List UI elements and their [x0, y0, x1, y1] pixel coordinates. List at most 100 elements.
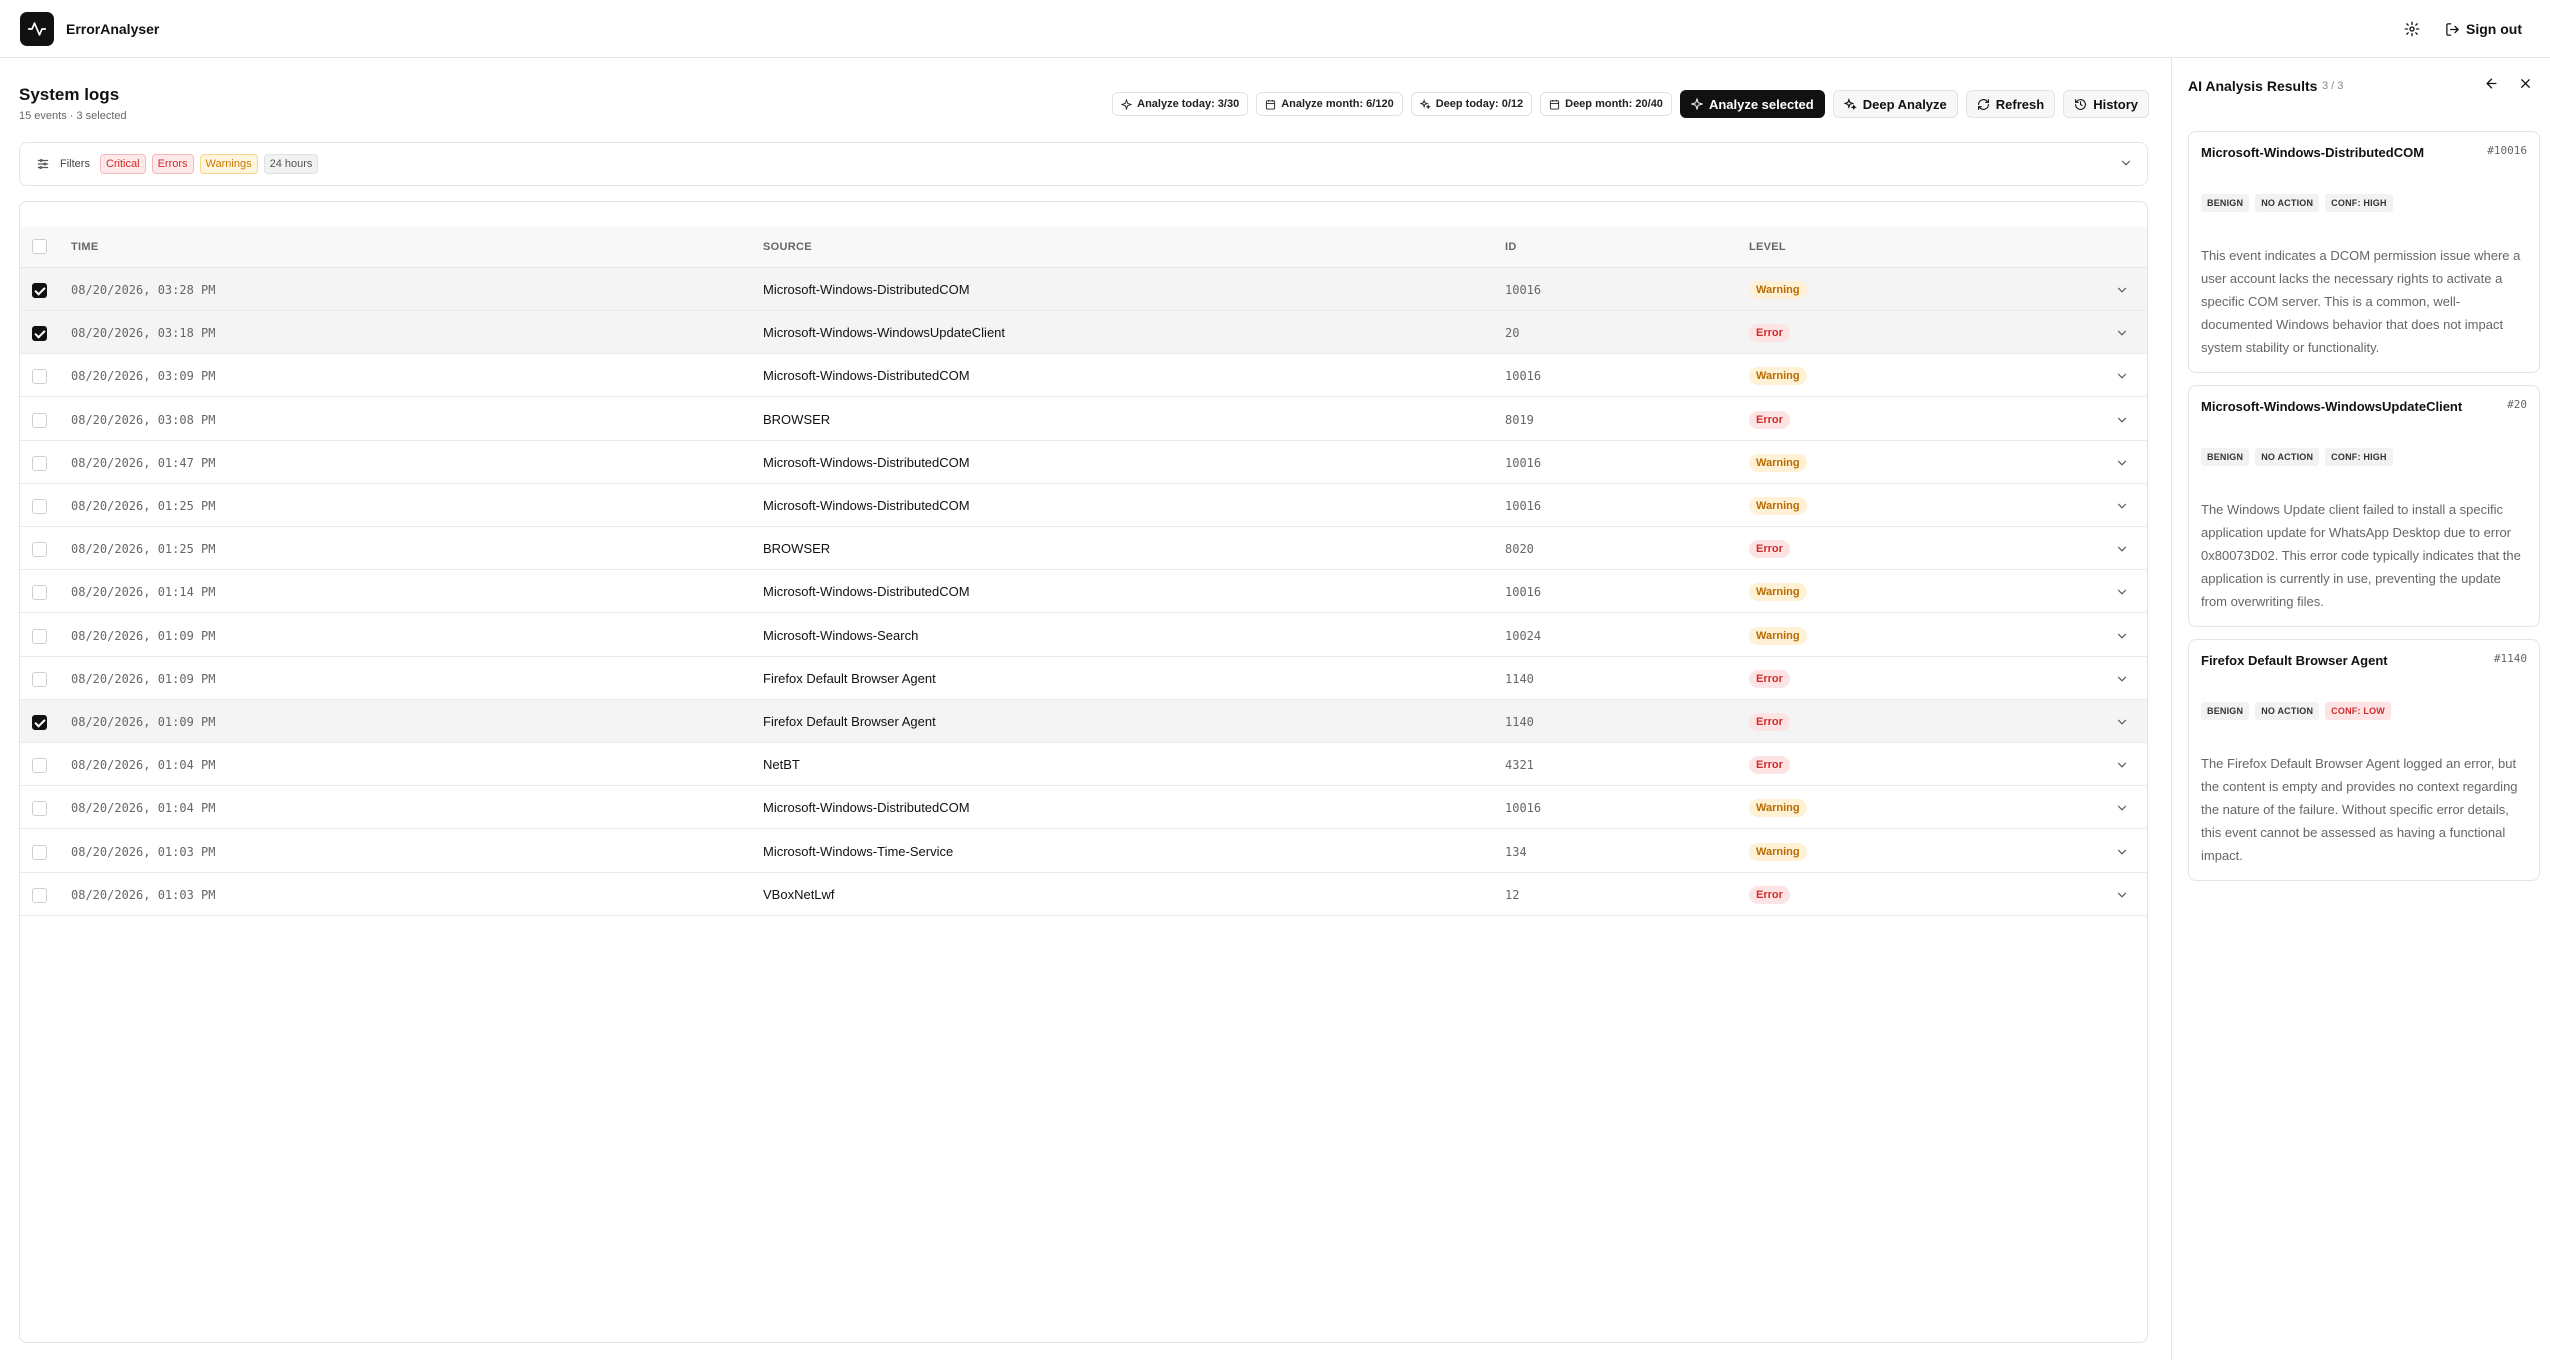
panel-close-button[interactable]: [2518, 76, 2533, 96]
filter-chip-errors[interactable]: Errors: [151, 154, 194, 174]
row-event-id: 10016: [1505, 585, 1542, 600]
row-checkbox[interactable]: [32, 887, 47, 903]
level-badge: Warning: [1749, 799, 1807, 818]
row-expand-toggle[interactable]: [2115, 413, 2129, 432]
row-event-id: 4321: [1505, 758, 1534, 773]
row-source: Microsoft-Windows-WindowsUpdateClient: [763, 325, 1006, 341]
row-event-id: 10016: [1505, 283, 1542, 297]
row-event-id: 8019: [1505, 412, 1534, 427]
row-expand-toggle[interactable]: [2115, 801, 2129, 820]
table-row[interactable]: 08/20/2026, 01:25 PM BROWSER 8020 Error: [20, 527, 2147, 571]
chevron-down-icon: [2117, 287, 2127, 293]
analyze-today-label: Analyze today: 3/30: [1137, 98, 1240, 110]
analysis-card[interactable]: Microsoft-Windows-WindowsUpdateClient #20…: [2188, 385, 2540, 627]
column-header-level[interactable]: LEVEL: [1749, 241, 1786, 253]
row-expand-toggle[interactable]: [2115, 758, 2129, 777]
table-row[interactable]: 08/20/2026, 01:25 PM Microsoft-Windows-Di…: [20, 484, 2147, 527]
row-source: Microsoft-Windows-Time-Service: [763, 843, 954, 859]
chevron-down-icon: [2117, 762, 2127, 768]
row-expand-toggle[interactable]: [2115, 888, 2129, 907]
row-expand-toggle[interactable]: [2115, 369, 2129, 388]
sign-out-icon: [2446, 22, 2459, 36]
level-badge: Error: [1749, 540, 1790, 559]
row-event-id: 134: [1505, 844, 1527, 859]
row-time: 08/20/2026, 03:09 PM: [71, 369, 216, 384]
table-row[interactable]: 08/20/2026, 03:28 PM Microsoft-Windows-Di…: [20, 268, 2147, 311]
column-header-source[interactable]: SOURCE: [763, 241, 812, 253]
table-row[interactable]: 08/20/2026, 01:04 PM Microsoft-Windows-Di…: [20, 786, 2147, 830]
row-source: BROWSER: [763, 541, 831, 557]
panel-count: 3 / 3: [2322, 80, 2344, 92]
filter-chip-warnings[interactable]: Warnings: [199, 154, 258, 174]
row-checkbox[interactable]: [32, 801, 47, 817]
table-row[interactable]: 08/20/2026, 01:04 PM NetBT 4321 Error: [20, 743, 2147, 787]
analysis-card[interactable]: Firefox Default Browser Agent #1140 BENIGN…: [2188, 639, 2540, 881]
row-checkbox[interactable]: [32, 455, 47, 471]
row-checkbox[interactable]: [32, 844, 47, 860]
table-row[interactable]: 08/20/2026, 01:47 PM Microsoft-Windows-Di…: [20, 441, 2147, 484]
level-badge: Warning: [1749, 453, 1807, 472]
refresh-button[interactable]: Refresh: [1965, 90, 2056, 118]
row-checkbox[interactable]: [32, 715, 47, 730]
chevron-down-icon: [2117, 806, 2127, 811]
row-expand-toggle[interactable]: [2115, 672, 2129, 691]
row-checkbox[interactable]: [32, 585, 47, 601]
filter-chip-critical[interactable]: Critical: [99, 154, 146, 174]
arrow-left-icon: [2486, 78, 2497, 89]
analysis-tag: NO ACTION: [2255, 194, 2320, 212]
sign-out-button[interactable]: Sign out: [2445, 21, 2522, 37]
deep-analyze-button[interactable]: Deep Analyze: [1832, 90, 1958, 118]
table-row[interactable]: 08/20/2026, 01:09 PM Firefox Default Brow…: [20, 700, 2147, 743]
history-button[interactable]: History: [2063, 90, 2149, 118]
row-expand-toggle[interactable]: [2115, 326, 2129, 345]
card-tags: BENIGN NO ACTION CONF: HIGH: [2201, 448, 2393, 466]
row-checkbox[interactable]: [32, 758, 47, 774]
row-time: 08/20/2026, 03:18 PM: [71, 326, 216, 341]
row-time: 08/20/2026, 01:03 PM: [71, 887, 216, 902]
row-expand-toggle[interactable]: [2115, 499, 2129, 518]
table-row[interactable]: 08/20/2026, 01:03 PM VBoxNetLwf 12 Error: [20, 873, 2147, 916]
table-row[interactable]: 08/20/2026, 01:09 PM Microsoft-Windows-Se…: [20, 614, 2147, 657]
row-time: 08/20/2026, 01:47 PM: [71, 455, 216, 470]
row-expand-toggle[interactable]: [2115, 542, 2129, 561]
filter-chip-time-range[interactable]: 24 hours: [263, 154, 319, 174]
table-row[interactable]: 08/20/2026, 01:03 PM Microsoft-Windows-Ti…: [20, 830, 2147, 873]
row-checkbox[interactable]: [32, 412, 47, 428]
filters-label: Filters: [60, 158, 90, 170]
row-checkbox[interactable]: [32, 671, 47, 687]
analysis-tag: BENIGN: [2201, 448, 2250, 466]
sparkles-icon: [1419, 98, 1431, 109]
column-header-time[interactable]: TIME: [71, 241, 98, 253]
panel-back-button[interactable]: [2484, 76, 2499, 96]
row-time: 08/20/2026, 01:25 PM: [71, 542, 216, 557]
analysis-card[interactable]: Microsoft-Windows-DistributedCOM #10016 BE…: [2188, 131, 2540, 373]
row-checkbox[interactable]: [32, 326, 47, 342]
row-expand-toggle[interactable]: [2115, 715, 2129, 734]
row-expand-toggle[interactable]: [2115, 845, 2129, 864]
card-event-id: #10016: [2487, 144, 2527, 157]
filters-bar[interactable]: Filters Critical Errors Warnings 24 hour…: [19, 142, 2148, 186]
row-checkbox[interactable]: [32, 499, 47, 514]
filters-expand-toggle[interactable]: [2119, 156, 2133, 175]
row-checkbox[interactable]: [32, 628, 47, 644]
table-row[interactable]: 08/20/2026, 03:08 PM BROWSER 8019 Error: [20, 398, 2147, 441]
settings-button[interactable]: [2401, 18, 2423, 40]
analysis-tag: BENIGN: [2201, 702, 2250, 720]
row-checkbox[interactable]: [32, 369, 47, 385]
row-event-id: 1140: [1505, 671, 1534, 686]
row-checkbox[interactable]: [32, 542, 47, 558]
select-all-checkbox[interactable]: [32, 239, 47, 254]
row-expand-toggle[interactable]: [2115, 283, 2129, 302]
row-checkbox[interactable]: [32, 283, 47, 298]
card-event-id: #20: [2507, 398, 2527, 411]
table-row[interactable]: 08/20/2026, 01:14 PM Microsoft-Windows-Di…: [20, 570, 2147, 614]
row-expand-toggle[interactable]: [2115, 456, 2129, 475]
table-row[interactable]: 08/20/2026, 03:09 PM Microsoft-Windows-Di…: [20, 354, 2147, 398]
table-row[interactable]: 08/20/2026, 03:18 PM Microsoft-Windows-Wi…: [20, 311, 2147, 355]
row-expand-toggle[interactable]: [2115, 629, 2129, 648]
row-expand-toggle[interactable]: [2115, 585, 2129, 604]
analyze-selected-button[interactable]: Analyze selected: [1679, 90, 1825, 118]
column-header-id[interactable]: ID: [1505, 241, 1517, 253]
deep-month-label: Deep month: 20/40: [1565, 98, 1663, 110]
table-row[interactable]: 08/20/2026, 01:09 PM Firefox Default Brow…: [20, 657, 2147, 700]
